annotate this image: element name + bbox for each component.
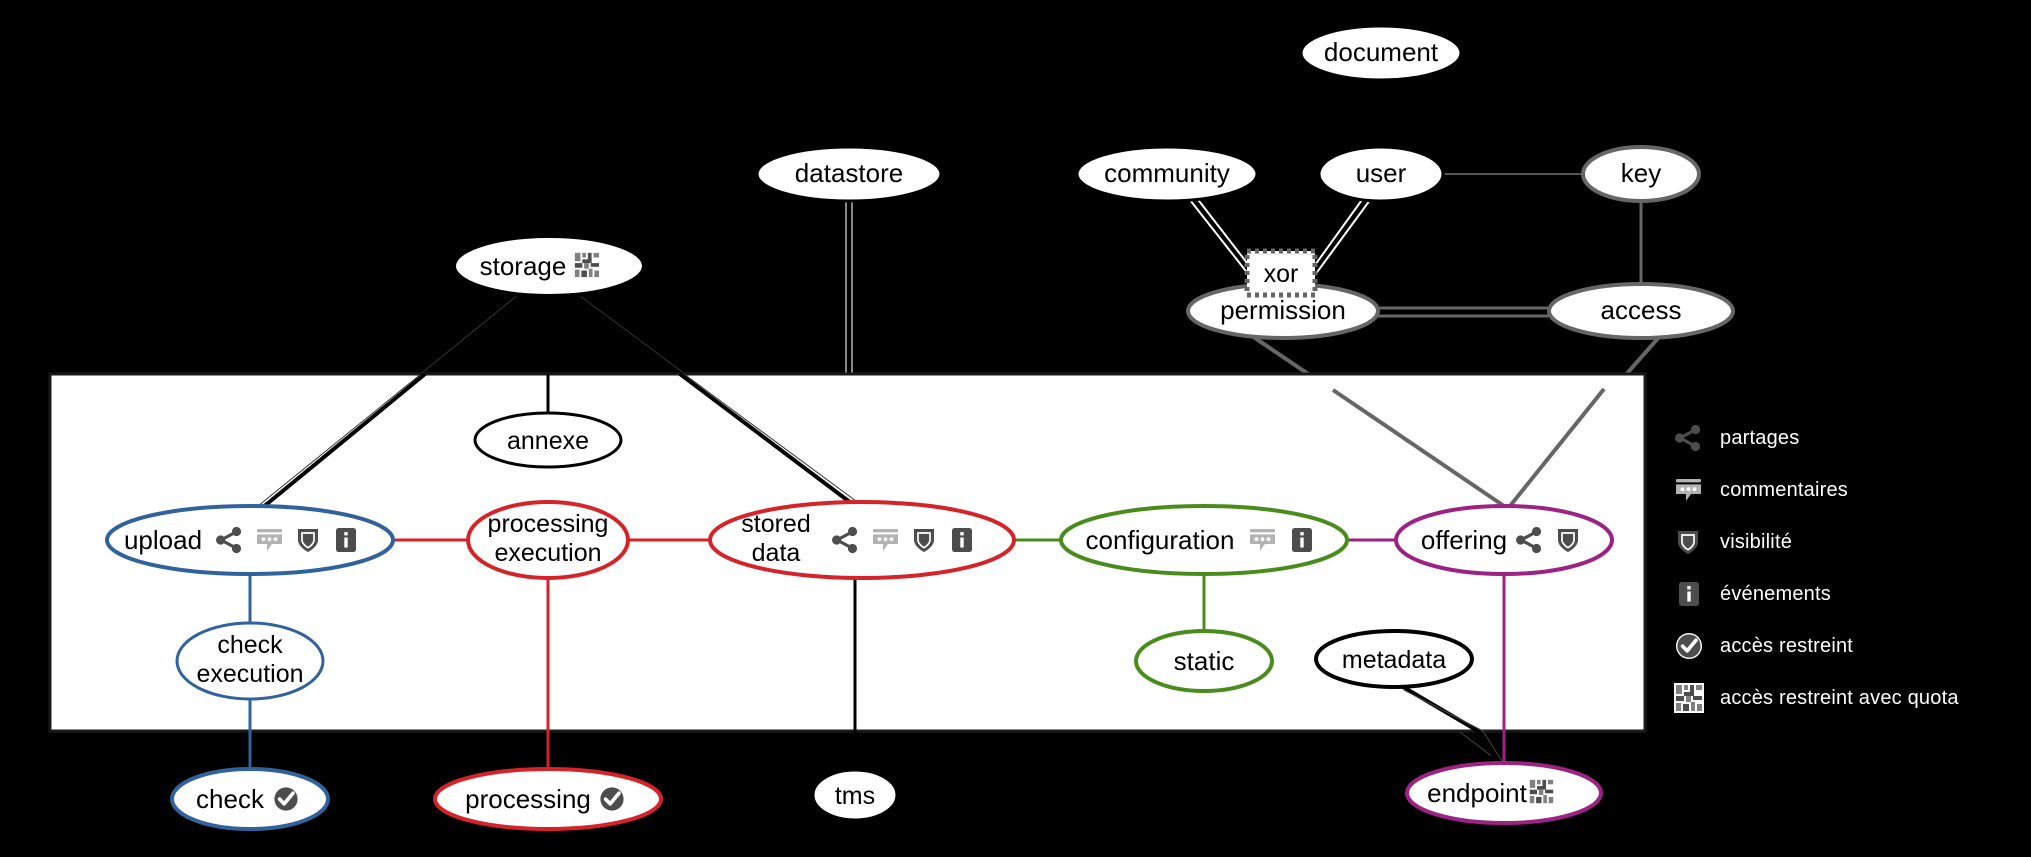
legend-item-acces-restreint-quota: accès restreint avec quota (1672, 672, 2022, 724)
legend-item-evenements: événements (1672, 568, 2022, 620)
node-document[interactable]: document (1299, 24, 1463, 82)
node-label-line2: execution (494, 539, 601, 567)
quota-icon (1528, 778, 1555, 805)
legend-item-commentaires: commentaires (1672, 464, 2022, 516)
node-label-line2: execution (196, 660, 303, 688)
node-upload[interactable]: upload (105, 504, 395, 576)
legend-label: partages (1720, 427, 1800, 449)
legend-item-visibilite: visibilité (1672, 516, 2022, 568)
node-configuration[interactable]: configuration (1059, 504, 1349, 576)
info-icon (1292, 528, 1312, 552)
node-label: offering (1421, 525, 1507, 555)
node-metadata[interactable]: metadata (1314, 629, 1474, 689)
node-label: storage (480, 251, 567, 281)
node-annexe[interactable]: annexe (473, 411, 623, 469)
node-check-execution[interactable]: check execution (175, 621, 325, 701)
node-label-line1: check (217, 631, 283, 659)
node-label: access (1601, 295, 1682, 325)
legend: partages commentaires visibilité événeme… (1672, 412, 2022, 724)
node-endpoint[interactable]: endpoint (1405, 761, 1603, 825)
legend-label: commentaires (1720, 479, 1848, 501)
node-datastore[interactable]: datastore (755, 145, 943, 203)
node-key[interactable]: key (1581, 145, 1701, 203)
edge-user-xor (1309, 196, 1371, 276)
node-label: metadata (1342, 646, 1446, 674)
share-icon (1672, 421, 1706, 455)
info-icon (1672, 577, 1706, 611)
node-label: community (1104, 158, 1230, 188)
shield-icon (1672, 525, 1706, 559)
node-check[interactable]: check (170, 767, 330, 831)
comment-icon (1672, 473, 1706, 507)
edge-community-xor (1189, 196, 1255, 276)
legend-label: visibilité (1720, 531, 1793, 553)
node-user[interactable]: user (1317, 145, 1445, 203)
edge-datastore-community (941, 170, 1077, 178)
node-label: xor (1264, 260, 1299, 288)
diagram-canvas: document datastore community user key st… (0, 0, 2031, 857)
node-label: datastore (795, 158, 903, 188)
quota-icon (1672, 681, 1706, 715)
node-label: endpoint (1427, 778, 1528, 808)
quota-icon (573, 251, 601, 279)
node-label-line1: processing (488, 510, 609, 538)
node-label-line1: stored (741, 510, 810, 538)
node-label: static (1174, 646, 1235, 676)
node-storage[interactable]: storage (452, 234, 646, 298)
node-community[interactable]: community (1075, 145, 1259, 203)
edge-datastore-box (845, 201, 853, 374)
legend-label: événements (1720, 583, 1831, 605)
edge-community-user (1257, 170, 1319, 178)
restricted-icon (597, 784, 627, 814)
restricted-icon (1672, 629, 1706, 663)
legend-item-partages: partages (1672, 412, 2022, 464)
legend-item-acces-restreint: accès restreint (1672, 620, 2022, 672)
node-stored-data[interactable]: stored data (708, 500, 1016, 580)
node-access[interactable]: access (1547, 282, 1735, 340)
node-label: user (1356, 158, 1407, 188)
node-label: processing (465, 784, 591, 814)
node-tms[interactable]: tms (811, 768, 899, 822)
node-label: upload (124, 525, 202, 555)
legend-label: accès restreint (1720, 635, 1854, 657)
restricted-icon (271, 784, 301, 814)
node-label: tms (835, 782, 875, 810)
node-label: key (1621, 158, 1661, 188)
node-label-line2: data (752, 539, 801, 567)
node-xor[interactable]: xor (1244, 248, 1318, 298)
info-icon (952, 528, 972, 552)
node-label: permission (1220, 295, 1346, 325)
legend-label: accès restreint avec quota (1720, 687, 1959, 709)
node-processing-execution[interactable]: processing execution (466, 500, 630, 580)
edge-document-user (1377, 80, 1386, 147)
node-label: document (1324, 37, 1439, 67)
node-processing[interactable]: processing (433, 767, 663, 831)
info-icon (336, 528, 356, 552)
node-label: configuration (1086, 525, 1235, 555)
node-label: check (196, 784, 265, 814)
edge-permission-access (1378, 306, 1549, 318)
node-label: annexe (507, 427, 589, 455)
node-offering[interactable]: offering (1394, 504, 1614, 576)
node-static[interactable]: static (1134, 629, 1274, 693)
